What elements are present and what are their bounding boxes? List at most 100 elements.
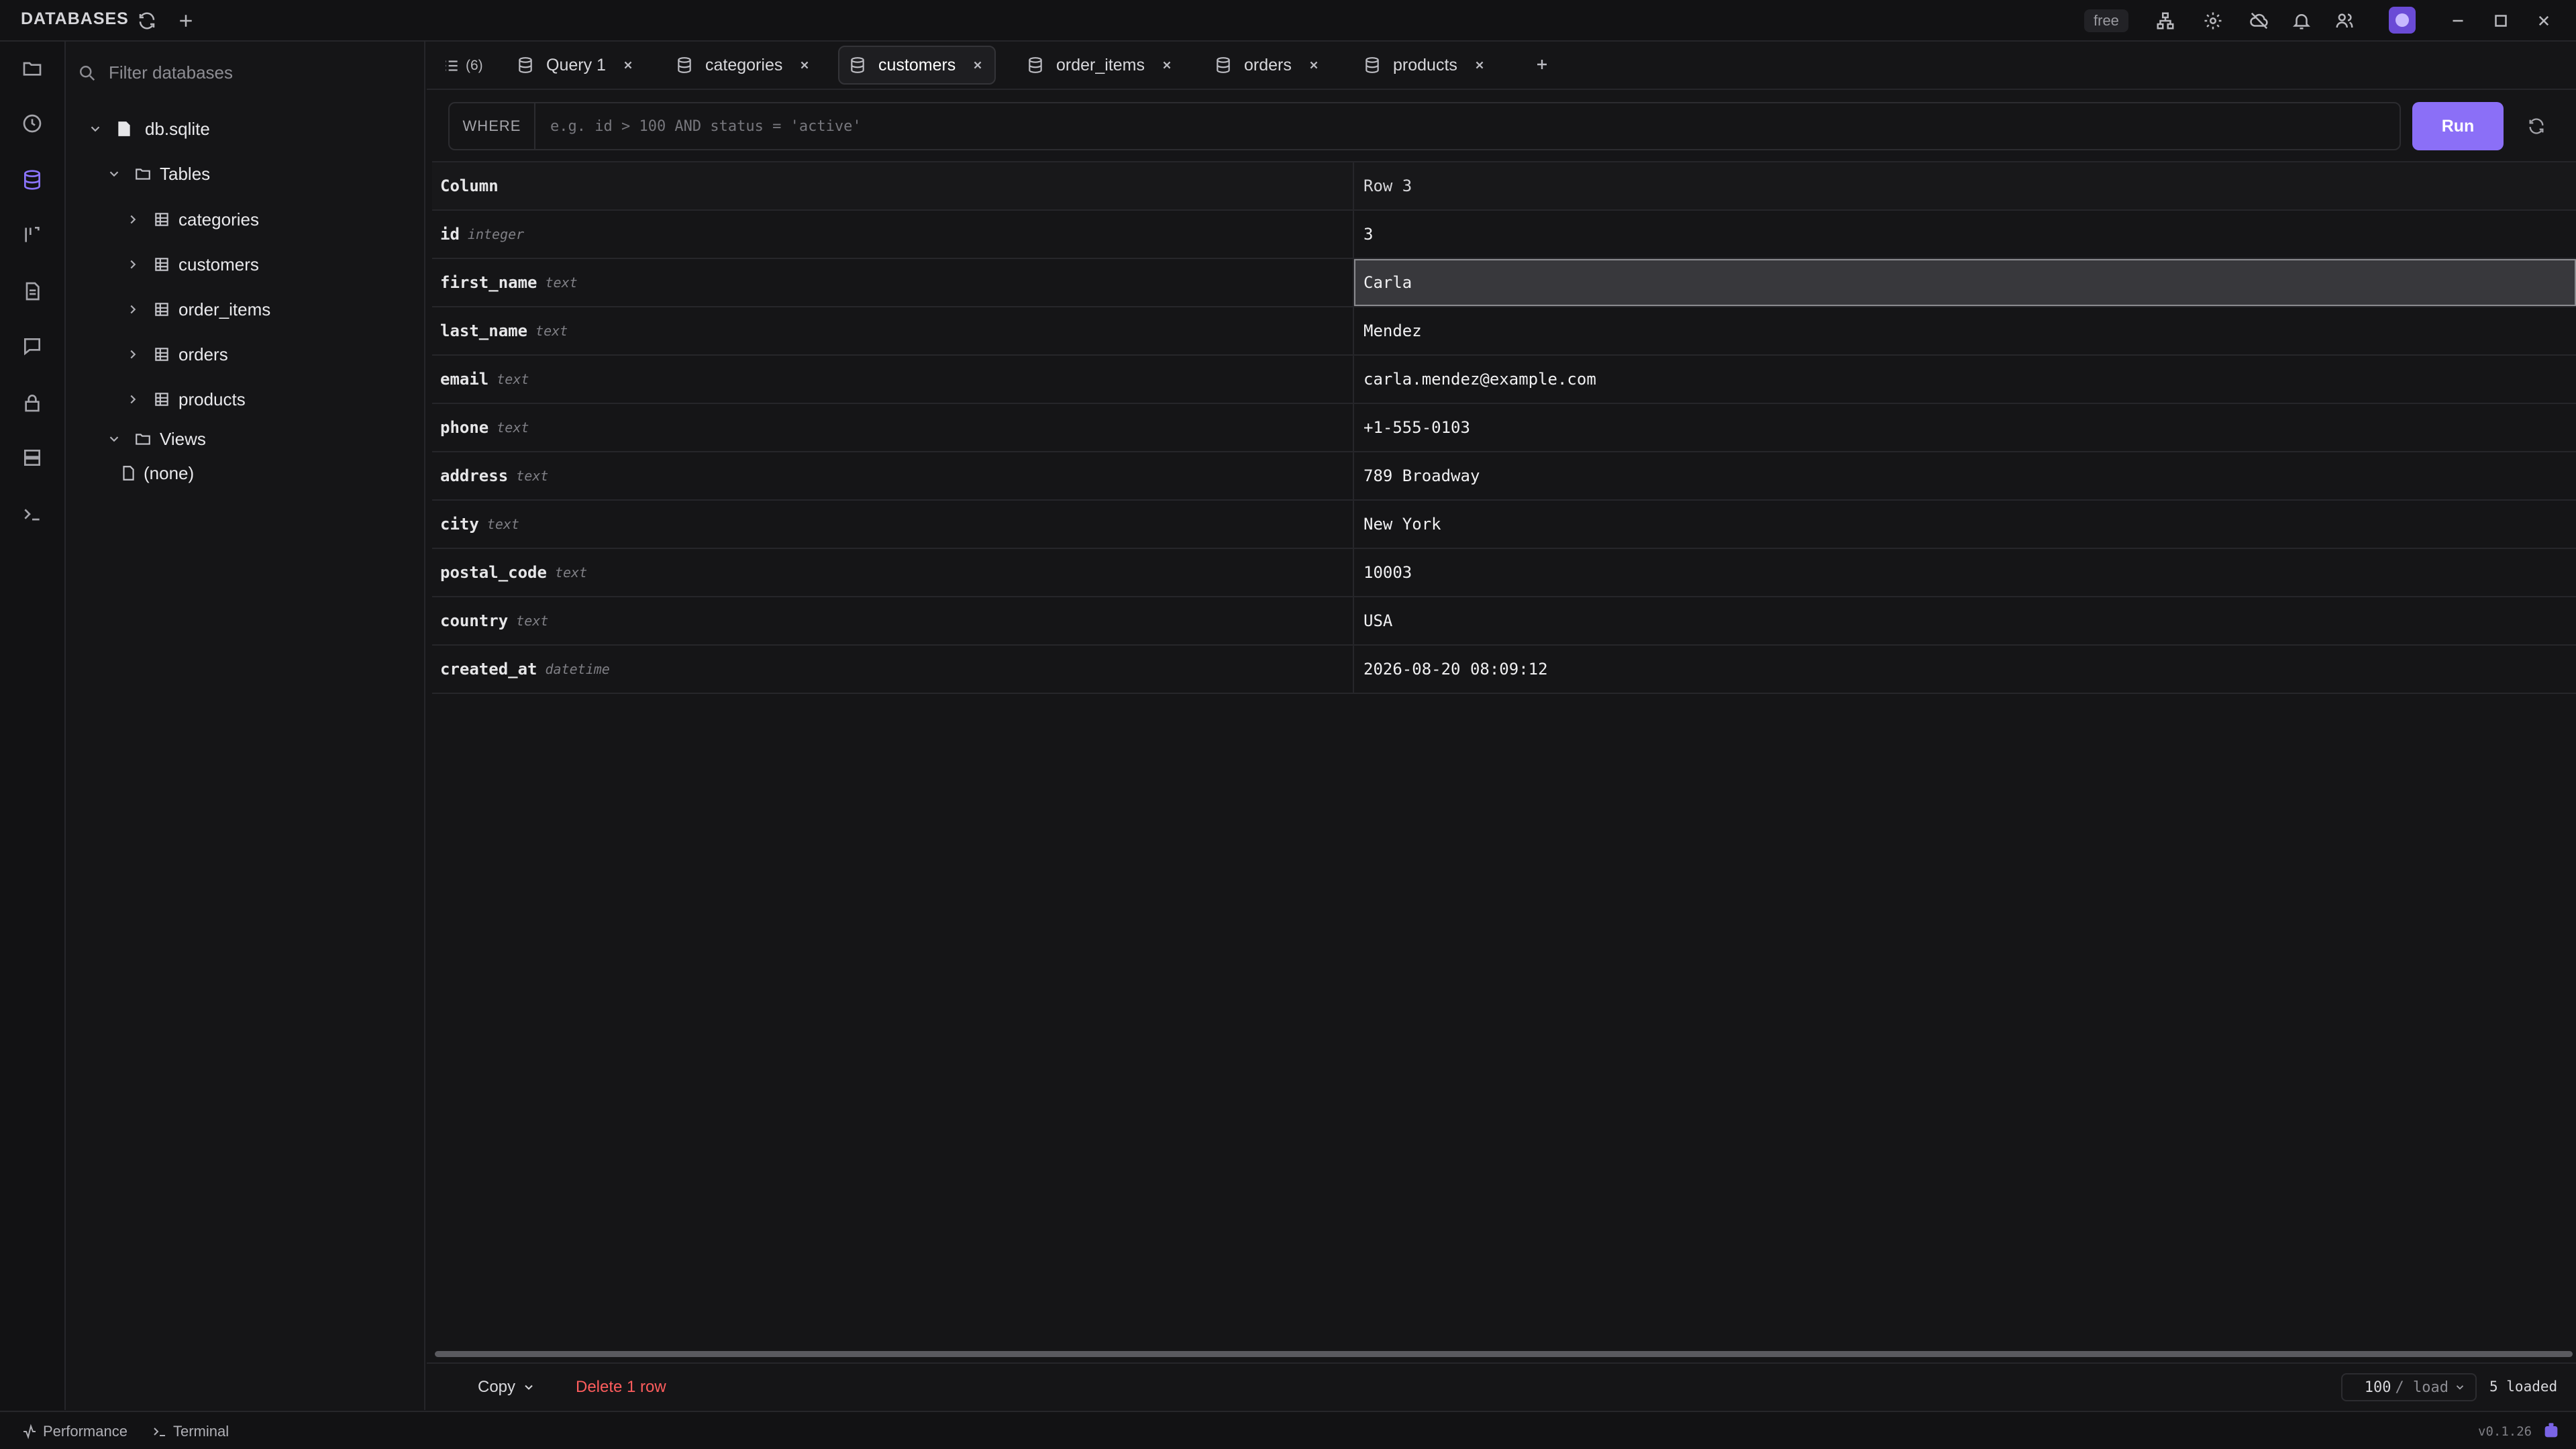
server-icon[interactable]	[19, 444, 46, 471]
chevron-down-icon[interactable]	[105, 430, 123, 448]
field-name: country	[440, 611, 509, 630]
refresh-icon[interactable]	[136, 9, 158, 32]
field-value-cell[interactable]: Mendez	[1354, 307, 2576, 354]
cloud-off-icon[interactable]	[2248, 9, 2271, 32]
chevron-right-icon[interactable]	[123, 255, 142, 274]
table-row[interactable]: email text carla.mendez@example.com	[432, 356, 2576, 404]
plan-badge: free	[2084, 9, 2128, 32]
field-value-cell[interactable]: USA	[1354, 597, 2576, 644]
table-item-label: orders	[178, 344, 228, 364]
tab-label: customers	[878, 55, 956, 74]
field-value-cell[interactable]: +1-555-0103	[1354, 404, 2576, 451]
table-item-order-items[interactable]: order_items	[123, 293, 270, 326]
terminal-icon[interactable]	[19, 501, 46, 528]
avatar[interactable]	[2389, 7, 2416, 34]
delete-row-button[interactable]: Delete 1 row	[576, 1375, 666, 1400]
list-icon	[446, 60, 458, 71]
table-item-customers[interactable]: customers	[123, 248, 259, 281]
page-size-select[interactable]: 100 / load	[2341, 1373, 2477, 1401]
terminal-button[interactable]: Terminal	[152, 1421, 229, 1442]
tab-categories[interactable]: categories	[666, 46, 821, 85]
table-row[interactable]: address text 789 Broadway	[432, 452, 2576, 501]
where-input[interactable]	[535, 103, 2400, 149]
lock-icon[interactable]	[19, 389, 46, 416]
tab-products[interactable]: products	[1354, 46, 1496, 85]
run-button[interactable]: Run	[2412, 102, 2504, 150]
field-value-cell[interactable]: New York	[1354, 501, 2576, 548]
table-row[interactable]: created_at datetime 2026-08-20 08:09:12	[432, 646, 2576, 694]
tab-customers[interactable]: customers	[838, 46, 996, 85]
table-row[interactable]: postal_code text 10003	[432, 549, 2576, 597]
refresh-icon[interactable]	[2524, 114, 2548, 138]
chevron-right-icon[interactable]	[123, 390, 142, 409]
close-icon[interactable]	[2532, 9, 2555, 32]
chevron-right-icon[interactable]	[123, 300, 142, 319]
database-icon[interactable]	[19, 166, 46, 193]
maximize-icon[interactable]	[2489, 9, 2512, 32]
field-value-cell[interactable]: 789 Broadway	[1354, 452, 2576, 499]
network-icon[interactable]	[2154, 9, 2177, 32]
tab-query-1[interactable]: Query 1	[507, 46, 645, 85]
database-node[interactable]: db.sqlite	[86, 112, 210, 146]
views-group[interactable]: Views	[105, 422, 206, 456]
close-tab-icon[interactable]	[797, 58, 812, 72]
field-type: text	[554, 564, 588, 581]
close-tab-icon[interactable]	[970, 58, 985, 72]
close-tab-icon[interactable]	[621, 58, 635, 72]
field-name: id	[440, 225, 460, 244]
field-name: city	[440, 515, 479, 534]
field-value-cell[interactable]: carla.mendez@example.com	[1354, 356, 2576, 403]
status-bar: Performance Terminal v0.1.26	[0, 1411, 2576, 1449]
performance-button[interactable]: Performance	[21, 1421, 127, 1442]
copy-button[interactable]: Copy	[478, 1375, 535, 1400]
close-tab-icon[interactable]	[1306, 58, 1321, 72]
horizontal-scrollbar[interactable]	[435, 1351, 2573, 1357]
table-row[interactable]: country text USA	[432, 597, 2576, 646]
field-value-cell[interactable]: 10003	[1354, 549, 2576, 596]
field-name: first_name	[440, 273, 537, 292]
close-tab-icon[interactable]	[1472, 58, 1487, 72]
gear-icon[interactable]	[2202, 9, 2224, 32]
tab-orders[interactable]: orders	[1205, 46, 1331, 85]
bell-icon[interactable]	[2290, 9, 2313, 32]
table-icon	[152, 344, 172, 364]
table-icon	[152, 299, 172, 319]
table-item-products[interactable]: products	[123, 383, 246, 416]
close-tab-icon[interactable]	[1160, 58, 1174, 72]
database-sidebar: db.sqlite Tables categories customers or…	[67, 42, 425, 1410]
chevron-down-icon[interactable]	[86, 119, 105, 138]
tab-order-items[interactable]: order_items	[1017, 46, 1184, 85]
chevron-right-icon[interactable]	[123, 345, 142, 364]
table-row[interactable]: id integer 3	[432, 211, 2576, 259]
folder-icon[interactable]	[19, 55, 46, 82]
tables-group[interactable]: Tables	[105, 157, 210, 191]
tab-list-button[interactable]: (6)	[443, 52, 483, 79]
field-value-cell[interactable]: 3	[1354, 211, 2576, 258]
table-row[interactable]: first_name text Carla	[432, 259, 2576, 307]
field-value-cell[interactable]: 2026-08-20 08:09:12	[1354, 646, 2576, 693]
chevron-down-icon[interactable]	[105, 164, 123, 183]
chevron-down-icon	[525, 1385, 533, 1390]
field-value-cell[interactable]: Carla	[1354, 259, 2576, 306]
columns-icon[interactable]	[19, 221, 46, 248]
document-icon[interactable]	[19, 278, 46, 305]
minimize-icon[interactable]	[2446, 9, 2469, 32]
users-icon[interactable]	[2333, 9, 2356, 32]
field-name: address	[440, 466, 509, 485]
field-type: text	[535, 323, 568, 339]
history-icon[interactable]	[19, 110, 46, 137]
table-row[interactable]: city text New York	[432, 501, 2576, 549]
assistant-icon[interactable]	[2542, 1421, 2561, 1440]
tab-bar: (6) Query 1 categories customers order_i…	[427, 42, 2576, 90]
add-database-icon[interactable]	[174, 9, 197, 32]
tab-label: categories	[705, 55, 783, 74]
filter-databases-input[interactable]	[109, 62, 391, 83]
table-item-label: products	[178, 389, 246, 409]
table-item-orders[interactable]: orders	[123, 338, 228, 371]
chevron-right-icon[interactable]	[123, 210, 142, 229]
chat-icon[interactable]	[19, 333, 46, 360]
table-item-categories[interactable]: categories	[123, 203, 259, 236]
new-tab-button[interactable]	[1530, 52, 1554, 77]
table-row[interactable]: phone text +1-555-0103	[432, 404, 2576, 452]
table-row[interactable]: last_name text Mendez	[432, 307, 2576, 356]
